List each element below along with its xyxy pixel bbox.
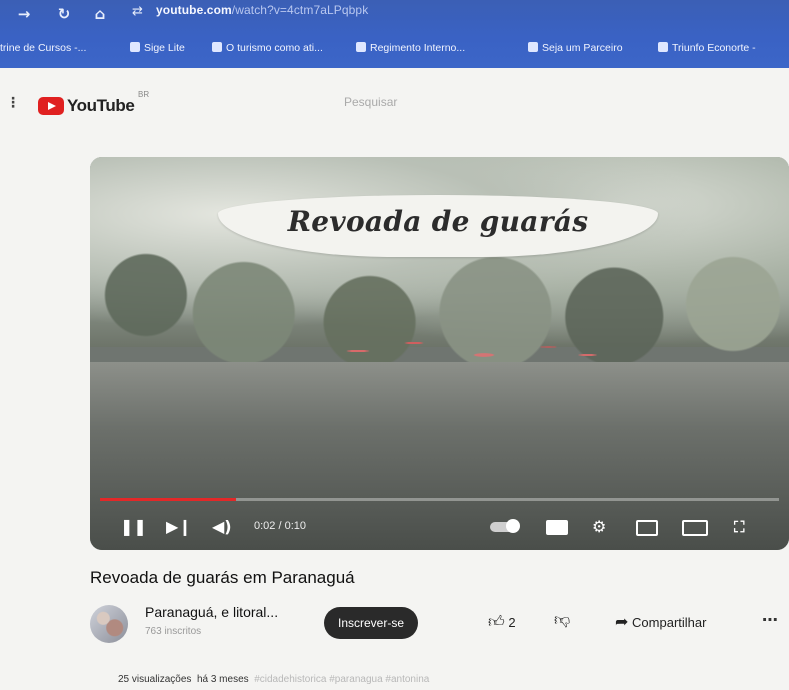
fullscreen-icon[interactable]: ⛶ — [734, 517, 745, 537]
autoplay-toggle[interactable] — [490, 519, 520, 533]
pause-icon[interactable]: ❚❚ — [120, 517, 147, 537]
bookmark-item[interactable]: Sige Lite — [130, 42, 185, 54]
video-title: Revoada de guarás em Paranaguá — [90, 568, 355, 587]
bookmark-favicon-icon — [130, 42, 140, 52]
video-metadata: 25 visualizações há 3 meses #cidadehisto… — [118, 674, 429, 685]
subtitles-icon[interactable] — [546, 520, 568, 535]
site-settings-icon[interactable]: ⇄ — [132, 5, 148, 19]
volume-icon[interactable]: ◀) — [212, 517, 232, 537]
thumbs-down-icon: 👎︎ — [554, 610, 571, 629]
share-arrow-icon: ➦ — [615, 612, 629, 631]
browser-nav-row: → ↻ ⌂ ⇄ youtube.com/watch?v=4ctm7aLPqbpk — [0, 0, 789, 28]
subscriber-count: 763 inscritos — [145, 626, 202, 637]
browser-toolbar: → ↻ ⌂ ⇄ youtube.com/watch?v=4ctm7aLPqbpk… — [0, 0, 789, 68]
bookmark-favicon-icon — [658, 42, 668, 52]
bookmark-item[interactable]: O turismo como ati... — [212, 42, 323, 54]
search-input[interactable] — [344, 95, 524, 109]
url-host: youtube.com — [156, 3, 232, 17]
bookmark-favicon-icon — [212, 42, 222, 52]
view-count: 25 visualizações — [118, 674, 192, 685]
progress-fill — [100, 498, 236, 501]
progress-bar[interactable] — [100, 498, 779, 501]
theater-mode-icon[interactable] — [682, 520, 708, 536]
more-actions-icon[interactable]: ⋯ — [762, 610, 778, 629]
next-icon[interactable]: ▶❙ — [166, 517, 192, 537]
like-button[interactable]: 👍︎ 2 — [488, 612, 516, 632]
bookmark-item[interactable]: Seja um Parceiro — [528, 42, 623, 54]
youtube-logo[interactable]: YouTube — [38, 96, 135, 116]
url-path: /watch?v=4ctm7aLPqbpk — [231, 3, 369, 17]
upload-age: há 3 meses — [196, 674, 249, 685]
forward-icon[interactable]: → — [14, 4, 34, 24]
hashtags[interactable]: #cidadehistorica #paranagua #antonina — [254, 674, 429, 685]
share-button[interactable]: ➦ Compartilhar — [615, 612, 706, 631]
bookmark-item[interactable]: trine de Cursos -... — [0, 42, 86, 54]
reload-icon[interactable]: ↻ — [54, 4, 74, 24]
youtube-play-icon — [38, 97, 64, 115]
time-display: 0:02 / 0:10 — [254, 520, 306, 532]
share-label: Compartilhar — [632, 615, 707, 630]
video-player[interactable]: Revoada de guarás ❚❚ ▶❙ ◀) 0:02 / 0:10 ⚙… — [90, 157, 789, 550]
bookmark-item[interactable]: Triunfo Econorte - — [658, 42, 756, 54]
country-code: BR — [138, 90, 150, 99]
home-icon[interactable]: ⌂ — [90, 4, 110, 24]
player-controls: ❚❚ ▶❙ ◀) 0:02 / 0:10 ⚙ ⛶ — [90, 507, 789, 550]
bookmark-favicon-icon — [528, 42, 538, 52]
settings-gear-icon[interactable]: ⚙ — [592, 517, 606, 537]
logo-text: YouTube — [67, 96, 135, 115]
bookmark-favicon-icon — [356, 42, 366, 52]
overlay-title: Revoada de guarás — [287, 205, 589, 238]
address-bar[interactable]: youtube.com/watch?v=4ctm7aLPqbpk — [156, 3, 368, 17]
thumbs-up-icon: 👍︎ — [488, 612, 505, 631]
channel-name[interactable]: Paranaguá, e litoral... — [145, 604, 278, 620]
like-count: 2 — [508, 615, 516, 630]
bookmarks-bar: trine de Cursos -... Sige Lite O turismo… — [0, 36, 789, 62]
bookmark-item[interactable]: Regimento Interno... — [356, 42, 465, 54]
miniplayer-icon[interactable] — [636, 520, 658, 536]
channel-avatar[interactable] — [90, 605, 128, 643]
dislike-button[interactable]: 👎︎ — [554, 610, 570, 630]
guide-menu-icon[interactable]: ⋮ — [6, 96, 20, 110]
video-frame-birds — [330, 327, 610, 367]
subscribe-button[interactable]: Inscrever-se — [324, 607, 418, 639]
